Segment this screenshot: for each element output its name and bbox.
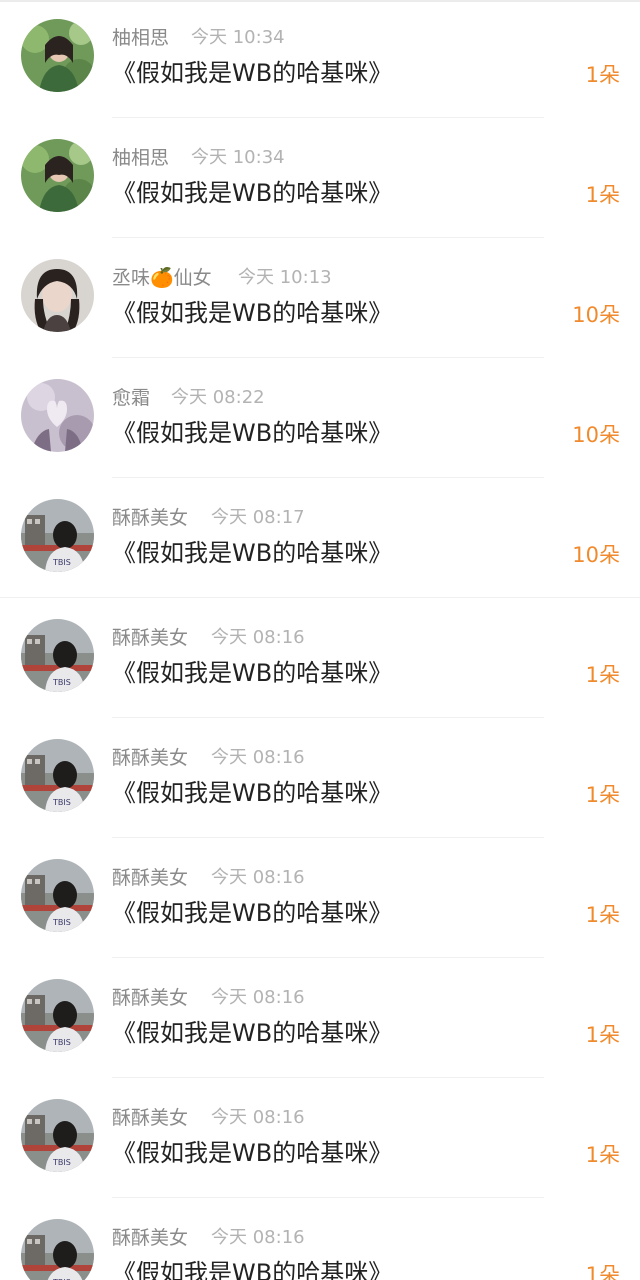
user-name[interactable]: 丞味🍊仙女 xyxy=(112,264,212,292)
avatar[interactable]: TBIS xyxy=(21,619,94,692)
avatar[interactable] xyxy=(21,19,94,92)
gift-count: 10朵 xyxy=(572,303,620,327)
user-name[interactable]: 酥酥美女 xyxy=(112,504,188,532)
work-title[interactable]: 《假如我是WB的哈基咪》 xyxy=(112,175,392,211)
work-title[interactable]: 《假如我是WB的哈基咪》 xyxy=(112,1015,392,1051)
user-name[interactable]: 酥酥美女 xyxy=(112,624,188,652)
gift-count: 1朵 xyxy=(585,183,620,207)
work-title[interactable]: 《假如我是WB的哈基咪》 xyxy=(112,295,392,331)
svg-text:TBIS: TBIS xyxy=(52,798,71,807)
gift-record-list: 柚相思 今天 10:34 《假如我是WB的哈基咪》 1朵 柚相思 今天 10:3… xyxy=(0,0,640,1280)
list-item[interactable]: TBIS 酥酥美女 今天 08:16 《假如我是WB的哈基咪》 1朵 xyxy=(0,600,640,720)
list-item[interactable]: 柚相思 今天 10:34 《假如我是WB的哈基咪》 1朵 xyxy=(0,0,640,120)
avatar[interactable] xyxy=(21,379,94,452)
divider xyxy=(112,1077,544,1078)
work-title[interactable]: 《假如我是WB的哈基咪》 xyxy=(112,775,392,811)
work-title[interactable]: 《假如我是WB的哈基咪》 xyxy=(112,1135,392,1171)
gift-count: 1朵 xyxy=(585,63,620,87)
timestamp: 今天 08:16 xyxy=(211,867,305,888)
divider xyxy=(112,117,544,118)
list-item[interactable]: TBIS 酥酥美女 今天 08:16 《假如我是WB的哈基咪》 1朵 xyxy=(0,960,640,1080)
list-item[interactable]: TBIS 酥酥美女 今天 08:16 《假如我是WB的哈基咪》 1朵 xyxy=(0,1080,640,1200)
avatar[interactable] xyxy=(21,259,94,332)
timestamp: 今天 10:34 xyxy=(191,147,285,168)
gift-count: 1朵 xyxy=(585,1143,620,1167)
user-name[interactable]: 酥酥美女 xyxy=(112,1104,188,1132)
divider xyxy=(112,237,544,238)
work-title[interactable]: 《假如我是WB的哈基咪》 xyxy=(112,655,392,691)
user-name[interactable]: 酥酥美女 xyxy=(112,984,188,1012)
user-name[interactable]: 柚相思 xyxy=(112,24,169,52)
gift-count: 1朵 xyxy=(585,663,620,687)
avatar[interactable] xyxy=(21,139,94,212)
user-name[interactable]: 愈霜 xyxy=(112,384,150,412)
timestamp: 今天 08:17 xyxy=(211,507,305,528)
timestamp: 今天 10:13 xyxy=(238,267,332,288)
user-name[interactable]: 酥酥美女 xyxy=(112,1224,188,1252)
svg-text:TBIS: TBIS xyxy=(52,1038,71,1047)
timestamp: 今天 08:16 xyxy=(211,1227,305,1248)
avatar[interactable]: TBIS xyxy=(21,859,94,932)
divider xyxy=(112,837,544,838)
list-item[interactable]: TBIS 酥酥美女 今天 08:16 《假如我是WB的哈基咪》 1朵 xyxy=(0,840,640,960)
divider xyxy=(112,477,544,478)
list-item[interactable]: TBIS 酥酥美女 今天 08:17 《假如我是WB的哈基咪》 10朵 xyxy=(0,480,640,600)
avatar[interactable]: TBIS xyxy=(21,1099,94,1172)
work-title[interactable]: 《假如我是WB的哈基咪》 xyxy=(112,55,392,91)
gift-count: 10朵 xyxy=(572,423,620,447)
avatar[interactable]: TBIS xyxy=(21,1219,94,1280)
user-name[interactable]: 酥酥美女 xyxy=(112,744,188,772)
work-title[interactable]: 《假如我是WB的哈基咪》 xyxy=(112,415,392,451)
list-item[interactable]: TBIS 酥酥美女 今天 08:16 《假如我是WB的哈基咪》 1朵 xyxy=(0,1200,640,1280)
avatar[interactable]: TBIS xyxy=(21,979,94,1052)
svg-text:TBIS: TBIS xyxy=(52,558,71,567)
gift-count: 1朵 xyxy=(585,1023,620,1047)
timestamp: 今天 08:22 xyxy=(171,387,265,408)
gift-count: 10朵 xyxy=(572,543,620,567)
list-item[interactable]: 柚相思 今天 10:34 《假如我是WB的哈基咪》 1朵 xyxy=(0,120,640,240)
work-title[interactable]: 《假如我是WB的哈基咪》 xyxy=(112,895,392,931)
user-name[interactable]: 柚相思 xyxy=(112,144,169,172)
svg-text:TBIS: TBIS xyxy=(52,918,71,927)
svg-text:TBIS: TBIS xyxy=(52,678,71,687)
avatar[interactable]: TBIS xyxy=(21,499,94,572)
svg-text:TBIS: TBIS xyxy=(52,1158,71,1167)
divider xyxy=(112,1197,544,1198)
list-item[interactable]: 丞味🍊仙女 今天 10:13 《假如我是WB的哈基咪》 10朵 xyxy=(0,240,640,360)
divider xyxy=(112,957,544,958)
timestamp: 今天 08:16 xyxy=(211,987,305,1008)
timestamp: 今天 08:16 xyxy=(211,627,305,648)
avatar[interactable]: TBIS xyxy=(21,739,94,812)
work-title[interactable]: 《假如我是WB的哈基咪》 xyxy=(112,535,392,571)
divider xyxy=(112,717,544,718)
divider xyxy=(112,357,544,358)
user-name[interactable]: 酥酥美女 xyxy=(112,864,188,892)
gift-count: 1朵 xyxy=(585,783,620,807)
work-title[interactable]: 《假如我是WB的哈基咪》 xyxy=(112,1255,392,1280)
timestamp: 今天 10:34 xyxy=(191,27,285,48)
timestamp: 今天 08:16 xyxy=(211,1107,305,1128)
gift-count: 1朵 xyxy=(585,1263,620,1280)
list-item[interactable]: 愈霜 今天 08:22 《假如我是WB的哈基咪》 10朵 xyxy=(0,360,640,480)
gift-count: 1朵 xyxy=(585,903,620,927)
divider xyxy=(0,597,640,598)
list-item[interactable]: TBIS 酥酥美女 今天 08:16 《假如我是WB的哈基咪》 1朵 xyxy=(0,720,640,840)
timestamp: 今天 08:16 xyxy=(211,747,305,768)
